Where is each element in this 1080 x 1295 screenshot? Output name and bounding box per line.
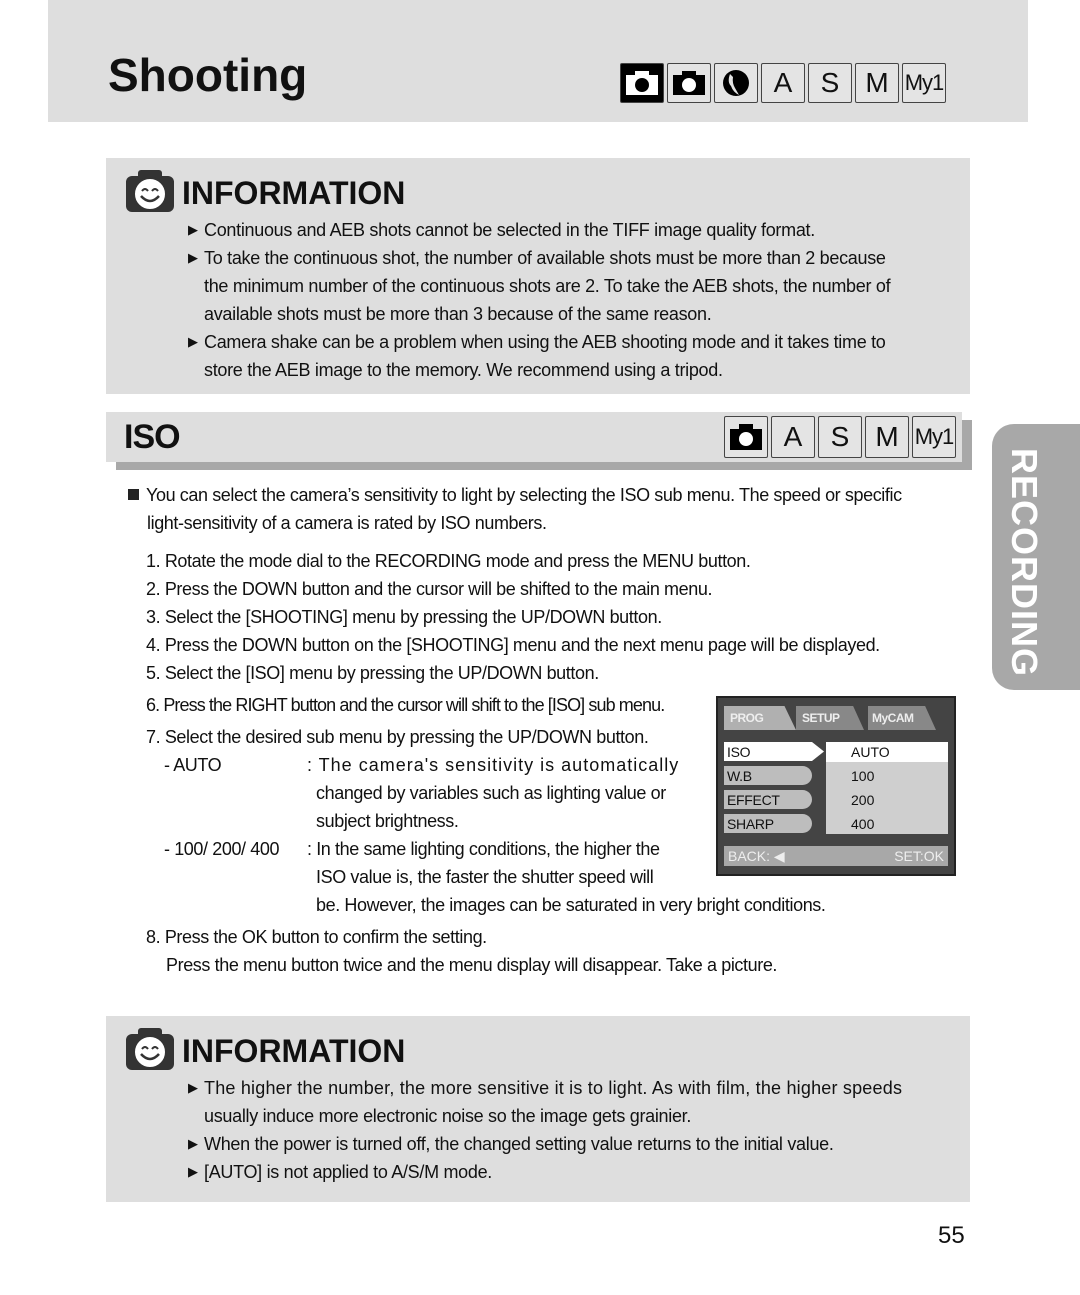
sub-item-200: 200 [851,792,875,808]
header-mode-icons: A S M My1 [620,63,946,103]
info-item: ▶ The higher the number, the more sensiti… [186,1074,948,1130]
step-item: 2. Press the DOWN button and the cursor … [146,579,713,599]
information-box-1: INFORMATION ▶ Continuous and AEB shots ca… [106,158,970,394]
info-item: ▶ Camera shake can be a problem when usin… [186,328,948,384]
smiley-camera-icon [124,168,176,219]
aperture-priority-mode: A [771,416,815,458]
info-item: ▶ [AUTO] is not applied to A/S/M mode. [186,1158,948,1186]
step-item: 5. Select the [ISO] menu by pressing the… [146,663,599,683]
shutter-priority-mode: S [818,416,862,458]
step-item: 6. Press the RIGHT button and the cursor… [146,695,665,715]
triangle-bullet-icon: ▶ [188,1136,198,1151]
option-auto-label: - AUTO [164,755,222,775]
manual-mode: M [865,416,909,458]
option-numeric-label: - 100/ 200/ 400 [164,839,280,859]
information-title: INFORMATION [182,1033,406,1069]
menu-item-wb: W.B [724,766,812,785]
information-list: ▶ Continuous and AEB shots cannot be sele… [186,216,948,384]
steps-list: 1. Rotate the mode dial to the RECORDING… [146,547,946,687]
iso-mode-icons: A S M My1 [724,416,956,458]
sub-item-400: 400 [851,816,875,832]
shutter-priority-mode: S [808,63,852,103]
back-hint: BACK: ◀ [728,847,785,864]
information-list: ▶ The higher the number, the more sensiti… [186,1074,948,1186]
portrait-scene-icon [714,63,758,103]
triangle-bullet-icon: ▶ [188,334,198,349]
menu-item-effect: EFFECT [724,790,812,809]
step-note: Press the menu button twice and the menu… [166,955,778,975]
triangle-bullet-icon: ▶ [188,1080,198,1095]
iso-section-title: ISO [124,418,181,456]
triangle-bullet-icon: ▶ [188,1164,198,1179]
menu-tab-setup: SETUP [796,706,864,730]
iso-intro: You can select the camera’s sensitivity … [128,481,968,537]
information-heading: INFORMATION [124,1026,405,1077]
recording-side-label: RECORDING [1004,448,1045,678]
triangle-bullet-icon: ▶ [188,250,198,265]
step-item: 1. Rotate the mode dial to the RECORDING… [146,551,751,571]
aperture-priority-mode: A [761,63,805,103]
triangle-bullet-icon: ▶ [188,222,198,237]
step-item: 4. Press the DOWN button on the [SHOOTIN… [146,635,880,655]
sub-item-100: 100 [851,768,875,784]
menu-tab-prog: PROG [724,706,796,730]
menu-item-sharp: SHARP [724,814,812,833]
my-setting-mode: My1 [912,416,956,458]
step-item: 8. Press the OK button to confirm the se… [146,927,487,947]
step-item: 7. Select the desired sub menu by pressi… [146,727,649,747]
step-item: 3. Select the [SHOOTING] menu by pressin… [146,607,662,627]
set-hint: SET:OK [894,848,944,864]
information-box-2: INFORMATION ▶ The higher the number, the … [106,1016,970,1202]
menu-tab-mycam: MyCAM [868,706,936,730]
square-bullet-icon [128,489,139,500]
info-item: ▶ When the power is turned off, the chang… [186,1130,948,1158]
program-camera-icon [724,416,768,458]
page-title: Shooting [108,49,308,101]
auto-camera-icon [620,63,664,103]
sub-item-auto: AUTO [826,742,948,762]
manual-mode: M [855,63,899,103]
information-title: INFORMATION [182,175,406,211]
program-camera-icon [667,63,711,103]
iso-sub-menu: AUTO 100 200 400 [826,742,948,834]
camera-menu-screen: PROG SETUP MyCAM ISO W.B EFFECT SHARP AU… [716,696,956,876]
smiley-camera-icon [124,1026,176,1077]
information-heading: INFORMATION [124,168,405,219]
menu-item-iso: ISO [724,742,824,761]
page-number: 55 [938,1222,965,1249]
my-setting-mode: My1 [902,63,946,103]
info-item: ▶ Continuous and AEB shots cannot be sele… [186,216,948,244]
menu-footer: BACK: ◀ SET:OK [724,846,948,866]
option-auto-description: : The camera's sensitivity is automatica… [307,755,680,831]
info-item: ▶ To take the continuous shot, the number… [186,244,948,328]
